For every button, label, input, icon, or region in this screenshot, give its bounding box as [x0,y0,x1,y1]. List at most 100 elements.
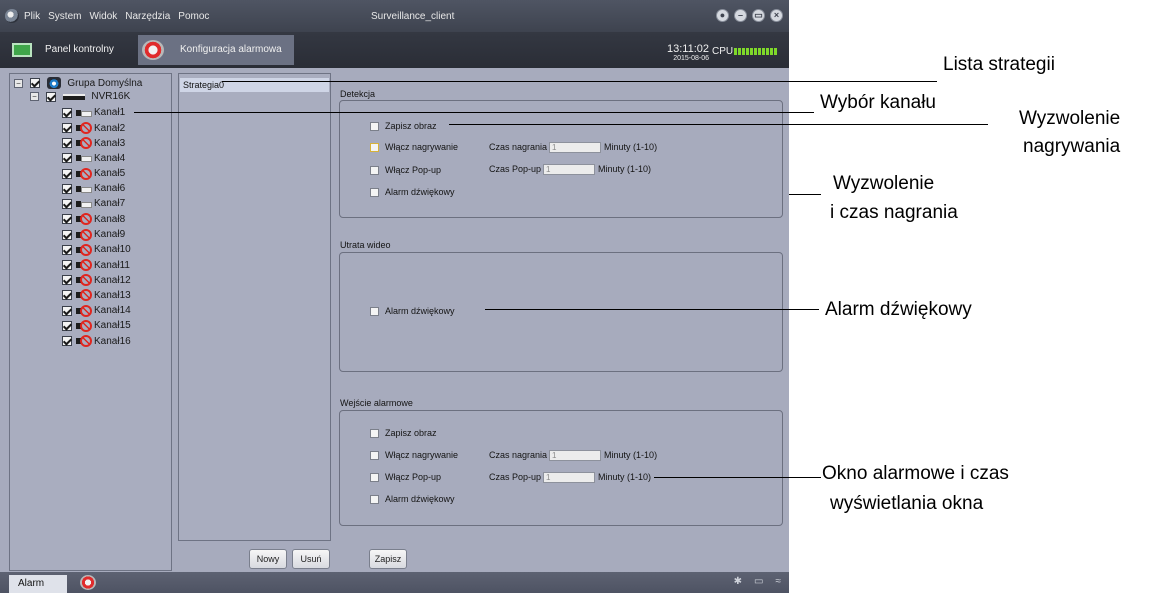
tree-channel-row[interactable]: Kanał8 [62,213,125,226]
detection-popup-time: Czas Pop-up 1 Minuty (1-10) [489,164,652,176]
channel-checkbox[interactable] [62,123,72,134]
device-checkbox[interactable] [45,91,56,102]
popup-time-input[interactable]: 1 [543,164,596,176]
video-loss-sound-option[interactable]: Alarm dźwiękowy [370,306,455,317]
detection-record-time: Czas nagrania 1 Minuty (1-10) [489,142,657,154]
camera-offline-icon [76,304,92,317]
tree-channel-row[interactable]: Kanał5 [62,167,125,180]
lock-icon[interactable]: ● [716,9,729,22]
channel-checkbox[interactable] [62,198,72,209]
tree-channel-row[interactable]: Kanał15 [62,319,131,332]
sound-alarm-checkbox[interactable] [370,307,379,317]
record-time-input[interactable]: 1 [549,450,602,462]
tree-channel-row[interactable]: Kanał14 [62,304,131,317]
channel-checkbox[interactable] [62,214,72,225]
channel-checkbox[interactable] [62,275,72,286]
channel-checkbox[interactable] [62,260,72,270]
tab-label: Konfiguracja alarmowa [180,44,282,55]
pin-icon[interactable]: ✱ [734,576,742,587]
save-image-label: Zapisz obraz [385,121,437,131]
new-strategy-button[interactable]: Nowy [249,549,287,569]
group-checkbox[interactable] [29,78,40,88]
channel-label: Kanał4 [94,152,126,164]
tree-channel-row[interactable]: Kanał10 [62,243,131,256]
tab-control-panel[interactable]: Panel kontrolny [4,35,126,65]
menu-system[interactable]: System [48,11,81,22]
window-icon[interactable]: ▭ [754,576,763,587]
callout-record-trigger-1: Wyzwolenie [1019,108,1121,129]
tree-channel-row[interactable]: Kanał11 [62,259,130,271]
detection-recording-option[interactable]: Włącz nagrywanie [370,142,458,153]
channel-checkbox[interactable] [62,320,72,331]
tree-channel-row[interactable]: Kanał4 [62,153,125,165]
alarm-config-icon[interactable] [80,575,96,590]
tree-channel-row[interactable]: Kanał12 [62,274,131,287]
channel-checkbox[interactable] [62,153,72,164]
alarm-input-popup-option[interactable]: Włącz Pop-up [370,472,441,483]
alarm-tab[interactable]: Alarm [9,575,67,593]
channel-label: Kanał11 [94,259,130,271]
alarm-input-record-time: Czas nagrania 1 Minuty (1-10) [489,450,657,462]
enable-recording-checkbox[interactable] [370,451,379,461]
tree-group-row[interactable]: − Grupa Domyślna [14,77,142,89]
save-image-checkbox[interactable] [370,122,379,132]
tree-channel-row[interactable]: Kanał9 [62,228,126,241]
channel-checkbox[interactable] [62,168,72,179]
tree-channel-row[interactable]: Kanał7 [62,198,125,210]
channel-label: Kanał3 [94,137,126,149]
popup-time-input[interactable]: 1 [543,472,596,484]
sound-alarm-checkbox[interactable] [370,188,379,198]
popup-time-range: Minuty (1-10) [598,164,652,174]
tree-channel-row[interactable]: Kanał6 [62,183,125,195]
channel-checkbox[interactable] [62,336,72,346]
detection-popup-option[interactable]: Włącz Pop-up [370,165,441,176]
save-button[interactable]: Zapisz [369,549,407,569]
delete-strategy-button[interactable]: Usuń [292,549,330,569]
record-time-label: Czas nagrania [489,450,548,460]
record-time-input[interactable]: 1 [549,142,602,154]
tree-channel-row[interactable]: Kanał2 [62,122,125,135]
detection-save-image-option[interactable]: Zapisz obraz [370,121,437,132]
channel-label: Kanał10 [94,244,131,256]
tree-channel-row[interactable]: Kanał16 [62,335,131,347]
channel-checkbox[interactable] [62,183,72,194]
menu-file[interactable]: Plik [24,11,40,22]
group-icon [46,77,61,89]
tab-alarm-config[interactable]: Konfiguracja alarmowa ✖ [138,35,294,85]
channel-label: Kanał9 [94,229,126,241]
sound-alarm-checkbox[interactable] [370,495,379,505]
camera-offline-icon [76,122,92,135]
tree-channel-row[interactable]: Kanał1 [62,107,125,119]
collapse-icon[interactable]: ≈ [776,576,782,587]
tree-channel-row[interactable]: Kanał13 [62,289,131,302]
channel-checkbox[interactable] [62,138,72,149]
enable-popup-checkbox[interactable] [370,166,379,176]
alarm-input-save-image-option[interactable]: Zapisz obraz [370,428,437,439]
alarm-input-recording-option[interactable]: Włącz nagrywanie [370,450,458,461]
maximize-icon[interactable]: ▭ [752,9,765,22]
app-logo-icon [5,9,19,23]
enable-popup-checkbox[interactable] [370,473,379,483]
enable-recording-checkbox[interactable] [370,143,379,153]
pointer-line-strategy-ext [789,81,937,82]
channel-checkbox[interactable] [62,107,72,118]
sound-alarm-label: Alarm dźwiękowy [385,494,455,504]
tree-channel-row[interactable]: Kanał3 [62,137,126,150]
menu-view[interactable]: Widok [89,11,117,22]
channel-checkbox[interactable] [62,305,72,316]
tree-device-row[interactable]: − NVR16K [30,91,130,103]
menu-tools[interactable]: Narzędzia [125,11,170,22]
strategy-list: Strategia0 [178,73,331,541]
menu-help[interactable]: Pomoc [178,11,209,22]
sound-alarm-label: Alarm dźwiękowy [385,306,455,316]
channel-checkbox[interactable] [62,290,72,301]
close-icon[interactable]: × [770,9,783,22]
collapse-icon[interactable]: − [14,78,23,88]
collapse-icon[interactable]: − [30,92,39,101]
detection-sound-option[interactable]: Alarm dźwiękowy [370,187,455,198]
alarm-input-sound-option[interactable]: Alarm dźwiękowy [370,494,455,505]
save-image-checkbox[interactable] [370,429,379,439]
channel-checkbox[interactable] [62,229,72,240]
minimize-icon[interactable]: – [734,9,747,22]
channel-checkbox[interactable] [62,244,72,255]
